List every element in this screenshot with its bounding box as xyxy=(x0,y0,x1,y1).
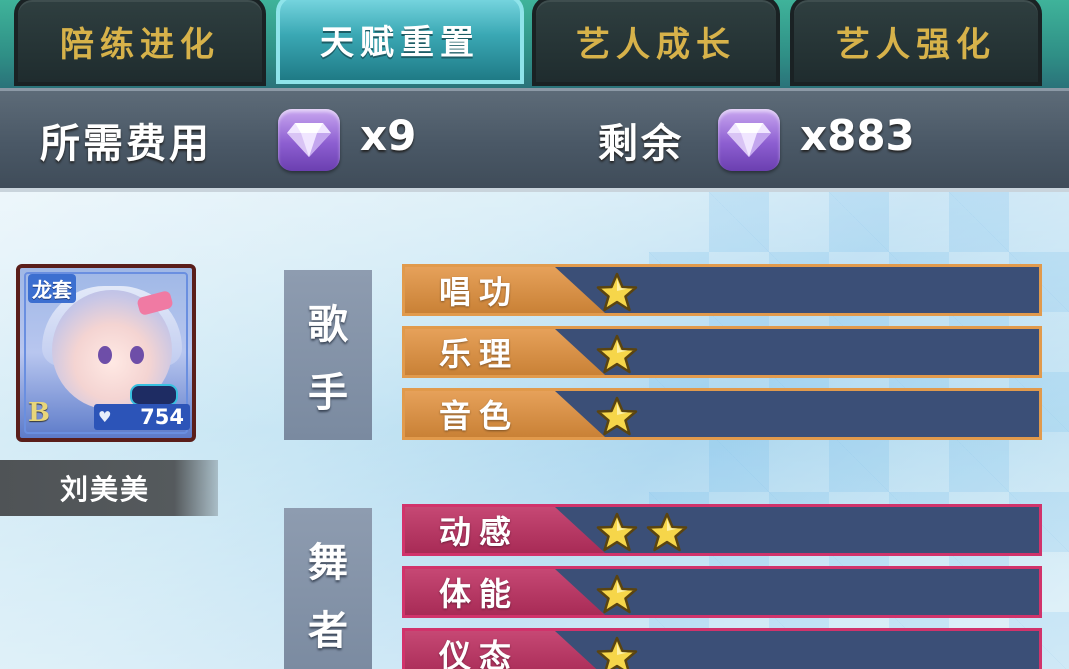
star-rating xyxy=(595,511,689,553)
tab-artist-growth[interactable]: 艺人成长 xyxy=(532,0,780,86)
star-rating xyxy=(595,635,639,669)
score-box: ♥ 754 xyxy=(94,404,190,430)
talent-row-donggan[interactable]: 动感 xyxy=(402,504,1042,556)
artist-name: 刘美美 xyxy=(59,473,150,506)
talent-panel: 龙套 B ♥ 754 刘美美 歌 手 唱功 乐理 音色 舞 者 动感 体能 仪态 xyxy=(0,192,1069,669)
cost-bar: 所需费用 x9 剩余 x883 xyxy=(0,88,1069,192)
category-char: 舞 xyxy=(308,540,348,586)
star-icon xyxy=(595,635,639,669)
tab-bar: 陪练进化 天赋重置 艺人成长 艺人强化 xyxy=(0,0,1069,92)
category-char: 者 xyxy=(308,608,348,654)
talent-row-yueli[interactable]: 乐理 xyxy=(402,326,1042,378)
remaining-value: x883 xyxy=(800,111,915,160)
category-singer: 歌 手 xyxy=(284,270,372,440)
star-icon xyxy=(595,395,639,437)
purple-gem-icon xyxy=(278,109,340,171)
tab-artist-enhance[interactable]: 艺人强化 xyxy=(790,0,1042,86)
remaining-label: 剩余 xyxy=(598,121,684,167)
category-dancer: 舞 者 xyxy=(284,508,372,669)
tab-label: 陪练进化 xyxy=(60,24,220,65)
star-icon xyxy=(595,271,639,313)
required-cost-label: 所需费用 xyxy=(40,121,212,167)
star-rating xyxy=(595,395,639,437)
rank-letter: B xyxy=(28,398,50,428)
talent-row-changgong[interactable]: 唱功 xyxy=(402,264,1042,316)
tab-label: 艺人成长 xyxy=(576,24,736,65)
purple-gem-icon xyxy=(718,109,780,171)
tab-trainer-evolution[interactable]: 陪练进化 xyxy=(14,0,266,86)
artist-portrait-card[interactable]: 龙套 B ♥ 754 xyxy=(16,264,196,442)
star-rating xyxy=(595,271,639,313)
star-icon xyxy=(595,333,639,375)
tab-talent-reset[interactable]: 天赋重置 xyxy=(276,0,524,84)
talent-row-tineng[interactable]: 体能 xyxy=(402,566,1042,618)
required-cost-value: x9 xyxy=(360,111,417,160)
tab-label: 艺人强化 xyxy=(836,24,996,65)
talent-row-yitai[interactable]: 仪态 xyxy=(402,628,1042,669)
star-rating xyxy=(595,573,639,615)
role-badge: 龙套 xyxy=(28,274,76,303)
star-icon xyxy=(595,573,639,615)
star-rating xyxy=(595,333,639,375)
artist-name-plate: 刘美美 xyxy=(0,460,218,516)
category-char: 手 xyxy=(308,370,348,416)
tab-label: 天赋重置 xyxy=(320,22,480,63)
talent-row-yinse[interactable]: 音色 xyxy=(402,388,1042,440)
star-icon xyxy=(645,511,689,553)
star-icon xyxy=(595,511,639,553)
score-value: 754 xyxy=(140,405,184,429)
category-char: 歌 xyxy=(308,302,348,348)
heart-icon: ♥ xyxy=(98,408,112,426)
